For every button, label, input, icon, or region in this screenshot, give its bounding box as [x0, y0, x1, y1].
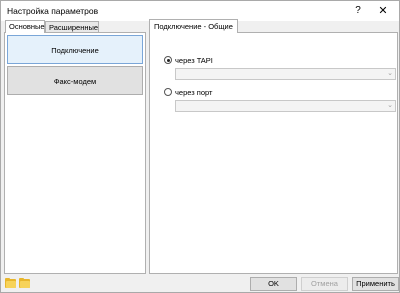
tapi-label: через TAPI	[175, 55, 213, 65]
cancel-button[interactable]: Отмена	[301, 277, 348, 291]
tab-basic-label: Основные	[9, 22, 45, 31]
close-button[interactable]: ✕	[371, 1, 395, 21]
port-option[interactable]: через порт	[164, 87, 212, 97]
nav-item-connection[interactable]: Подключение	[7, 35, 143, 64]
port-select[interactable]: ⌄	[175, 100, 396, 112]
save-folder-icon[interactable]	[19, 278, 30, 288]
settings-dialog: Настройка параметров ? ✕ Основные Расшир…	[0, 0, 400, 293]
tab-advanced-label: Расширенные	[49, 23, 99, 32]
apply-button[interactable]: Применить	[352, 277, 399, 291]
chevron-down-icon: ⌄	[387, 70, 393, 77]
tab-basic[interactable]: Основные	[5, 20, 45, 33]
nav-item-fax-modem[interactable]: Факс-модем	[7, 66, 143, 95]
nav-panel: Подключение Факс-модем	[4, 32, 146, 274]
nav-item-fax-modem-label: Факс-модем	[53, 77, 97, 86]
tapi-device-select[interactable]: ⌄	[175, 68, 396, 80]
window-title: Настройка параметров	[7, 6, 99, 16]
button-bar: OK Отмена Применить	[1, 274, 399, 293]
tab-advanced[interactable]: Расширенные	[45, 21, 99, 32]
nav-item-connection-label: Подключение	[51, 46, 99, 55]
title-bar: Настройка параметров ? ✕	[1, 1, 399, 21]
chevron-down-icon: ⌄	[387, 102, 393, 109]
tab-connection-general-label: Подключение - Общие	[154, 22, 233, 31]
ok-button[interactable]: OK	[250, 277, 297, 291]
help-button[interactable]: ?	[351, 1, 365, 21]
tab-connection-general[interactable]: Подключение - Общие	[149, 19, 238, 33]
port-radio[interactable]	[164, 88, 172, 96]
open-folder-icon[interactable]	[5, 278, 16, 288]
tapi-option[interactable]: через TAPI	[164, 55, 213, 65]
port-label: через порт	[175, 87, 213, 97]
tapi-radio[interactable]	[164, 56, 172, 64]
connection-panel: через TAPI ⌄ через порт ⌄	[149, 32, 398, 274]
